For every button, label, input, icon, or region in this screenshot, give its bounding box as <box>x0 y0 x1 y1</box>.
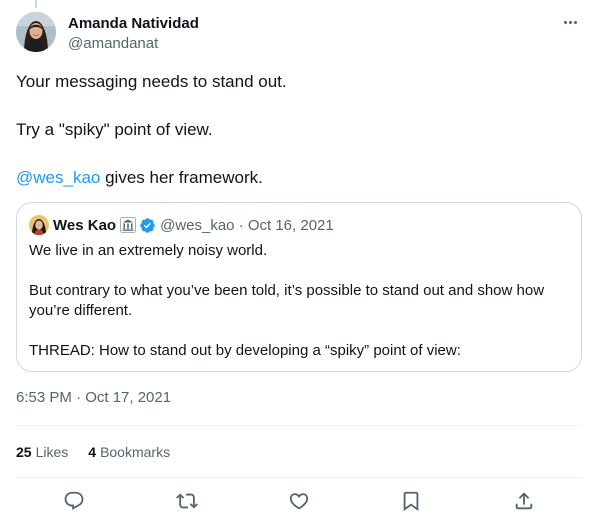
quoted-para-2: But contrary to what you’ve been told, i… <box>29 282 545 319</box>
reply-icon[interactable] <box>61 488 87 514</box>
engagement-stats: 25 Likes 4 Bookmarks <box>16 442 190 462</box>
tweet-line-1: Your messaging needs to stand out. <box>16 72 287 91</box>
quoted-para-1: We live in an extremely noisy world. <box>29 242 268 259</box>
thread-connector-line <box>35 0 37 8</box>
divider <box>16 425 582 426</box>
author-name[interactable]: Amanda Natividad <box>68 14 199 34</box>
bookmarks-label: Bookmarks <box>100 444 171 460</box>
quoted-tweet-header: Wes Kao @wes_kao · Oct 16, 2021 <box>29 215 334 235</box>
institution-icon <box>120 217 136 233</box>
mention-link[interactable]: @wes_kao <box>16 168 100 187</box>
quoted-para-3: THREAD: How to stand out by developing a… <box>29 342 461 359</box>
tweet-text: Your messaging needs to stand out. Try a… <box>16 70 582 190</box>
tweet-line-3-text: gives her framework. <box>100 168 263 187</box>
quoted-author-avatar <box>29 215 49 235</box>
share-icon[interactable] <box>511 488 537 514</box>
verified-badge-icon <box>139 217 156 234</box>
quoted-author-name: Wes Kao <box>53 216 117 234</box>
retweet-icon[interactable] <box>174 488 200 514</box>
tweet-timestamp[interactable]: 6:53 PM · Oct 17, 2021 <box>16 388 171 408</box>
bookmark-icon[interactable] <box>398 488 424 514</box>
likes-count: 25 <box>16 444 32 460</box>
quoted-tweet-meta: @wes_kao · Oct 16, 2021 <box>160 216 334 234</box>
quoted-tweet-text: We live in an extremely noisy world. But… <box>29 241 569 361</box>
bookmarks-count: 4 <box>88 444 97 460</box>
bookmarks-stat[interactable]: 4 Bookmarks <box>88 444 170 460</box>
divider <box>16 477 582 478</box>
tweet-line-3: @wes_kao gives her framework. <box>16 166 582 190</box>
likes-stat[interactable]: 25 Likes <box>16 444 68 460</box>
heart-icon[interactable] <box>286 488 312 514</box>
author-handle[interactable]: @amandanat <box>68 34 199 54</box>
author-avatar[interactable] <box>16 12 56 52</box>
likes-label: Likes <box>35 444 69 460</box>
tweet-header: Amanda Natividad @amandanat <box>16 12 582 54</box>
tweet-line-2: Try a "spiky" point of view. <box>16 120 213 139</box>
quoted-tweet[interactable]: Wes Kao @wes_kao · Oct 16, 2021 We live … <box>16 202 582 372</box>
more-horizontal-icon[interactable] <box>558 12 582 32</box>
action-bar <box>16 488 582 514</box>
